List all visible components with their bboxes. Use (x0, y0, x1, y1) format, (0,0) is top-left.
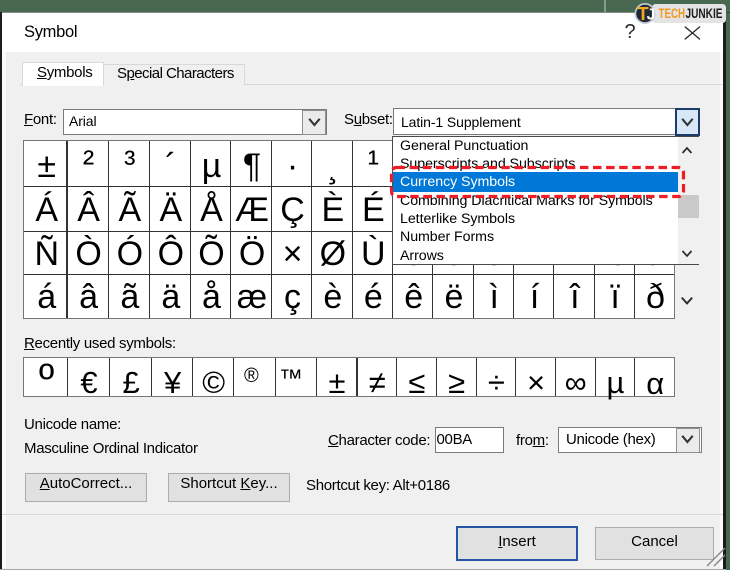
svg-text:TECH: TECH (659, 6, 686, 21)
svg-text:J: J (647, 6, 656, 23)
svg-text:JUNKIE: JUNKIE (686, 6, 723, 21)
